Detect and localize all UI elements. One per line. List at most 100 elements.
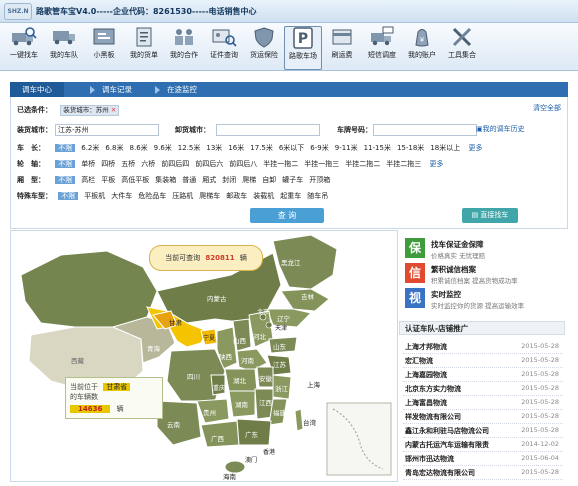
more-link[interactable]: 更多 bbox=[468, 144, 482, 152]
length-option[interactable]: 13米 bbox=[206, 144, 222, 152]
axle-option[interactable]: 半挂一拖二 bbox=[263, 160, 298, 168]
body-option[interactable]: 集装箱 bbox=[155, 176, 176, 184]
list-item[interactable]: 内蒙古托运汽车运输有限责 2014-12-02 bbox=[403, 437, 563, 452]
list-item[interactable]: 宏汇物流 2015-05-28 bbox=[403, 353, 563, 368]
chevron-right-icon bbox=[155, 86, 160, 94]
body-option[interactable]: 厢式 bbox=[202, 176, 216, 184]
special-option[interactable]: 危险品车 bbox=[138, 192, 166, 200]
special-option[interactable]: 邮政车 bbox=[226, 192, 247, 200]
fleet-name: 上海才邦物流 bbox=[405, 343, 447, 351]
search-button[interactable]: 查 询 bbox=[250, 208, 324, 223]
body-option[interactable]: 不限 bbox=[55, 176, 76, 184]
guarantee-badge-icon: 保 bbox=[405, 238, 425, 258]
dest-city-input[interactable] bbox=[216, 124, 320, 136]
axle-option[interactable]: 前四后八 bbox=[229, 160, 257, 168]
toolbar-label: 我的合作 bbox=[170, 51, 198, 59]
list-item[interactable]: 邯州市迅达物流 2015-06-04 bbox=[403, 451, 563, 466]
list-item[interactable]: 鑫江永和利驻马店物流公司 2015-05-28 bbox=[403, 423, 563, 438]
toolbar-button-my-account[interactable]: ¥ 我的账户 bbox=[404, 26, 440, 68]
length-option[interactable]: 6-9米 bbox=[310, 144, 328, 152]
body-option[interactable]: 平板 bbox=[101, 176, 115, 184]
toolbar-button-freight-fee[interactable]: 刷运费 bbox=[324, 26, 360, 68]
special-option[interactable]: 平板机 bbox=[84, 192, 105, 200]
list-item[interactable]: 北京东方实力物流 2015-05-28 bbox=[403, 381, 563, 396]
axle-option[interactable]: 六桥 bbox=[141, 160, 155, 168]
video-badge-icon: 视 bbox=[405, 288, 425, 308]
length-option[interactable]: 15-18米 bbox=[397, 144, 424, 152]
toolbar-button-sms-dispatch[interactable]: 短信调度 bbox=[364, 26, 400, 68]
dispatch-history-link[interactable]: ▣我的调车历史 bbox=[476, 124, 525, 134]
length-option[interactable]: 不限 bbox=[55, 144, 76, 152]
list-item[interactable]: 祥发物流有限公司 2015-05-28 bbox=[403, 409, 563, 424]
body-option[interactable]: 封闭 bbox=[222, 176, 236, 184]
fleet-date: 2014-12-02 bbox=[521, 440, 559, 448]
list-item[interactable]: 上海富昌物流 2015-05-28 bbox=[403, 395, 563, 410]
length-option[interactable]: 11-15米 bbox=[364, 144, 391, 152]
plate-number-input[interactable] bbox=[373, 124, 477, 136]
fleet-date: 2015-05-28 bbox=[521, 342, 559, 350]
axle-option[interactable]: 半挂二拖三 bbox=[386, 160, 421, 168]
axle-option[interactable]: 四桥 bbox=[101, 160, 115, 168]
special-option[interactable]: 起重车 bbox=[280, 192, 301, 200]
length-option[interactable]: 16米 bbox=[228, 144, 244, 152]
axle-option[interactable]: 不限 bbox=[55, 160, 76, 168]
body-option[interactable]: 自卸 bbox=[262, 176, 276, 184]
tab-transit-monitor[interactable]: 在途监控 bbox=[167, 82, 197, 97]
body-option[interactable]: 开顶箱 bbox=[309, 176, 330, 184]
body-option[interactable]: 普通 bbox=[182, 176, 196, 184]
fleet-name: 青岛宏达物流有限公司 bbox=[405, 469, 475, 477]
axle-option[interactable]: 五桥 bbox=[121, 160, 135, 168]
body-option[interactable]: 高低平板 bbox=[121, 176, 149, 184]
axle-option[interactable]: 前四后六 bbox=[195, 160, 223, 168]
tab-dispatch-record[interactable]: 调车记录 bbox=[102, 82, 132, 97]
length-option[interactable]: 9.6米 bbox=[154, 144, 172, 152]
axle-option[interactable]: 单桥 bbox=[81, 160, 95, 168]
clear-all-link[interactable]: 清空全部 bbox=[533, 103, 561, 113]
body-option[interactable]: 高栏 bbox=[81, 176, 95, 184]
selected-chip[interactable]: 装货城市：苏州 ✕ bbox=[60, 105, 120, 116]
list-item[interactable]: 上海才邦物流 2015-05-28 bbox=[403, 339, 563, 354]
special-option[interactable]: 装载机 bbox=[253, 192, 274, 200]
more-link[interactable]: 更多 bbox=[429, 160, 443, 168]
toolbar-button-tools[interactable]: 工具集合 bbox=[444, 26, 480, 68]
list-item[interactable]: 青岛宏达物流有限公司 2015-05-28 bbox=[403, 465, 563, 480]
feature-credit: 信 繁积诚信档案 积累诚信档案 提高货物成功率 bbox=[405, 263, 563, 285]
length-label: 车 长： bbox=[17, 144, 45, 152]
map-label: 北京 bbox=[257, 309, 270, 316]
length-option[interactable]: 9-11米 bbox=[335, 144, 358, 152]
toolbar-button-my-cooperation[interactable]: 我的合作 bbox=[166, 26, 202, 68]
length-option[interactable]: 18米以上 bbox=[430, 144, 460, 152]
length-option[interactable]: 12.5米 bbox=[178, 144, 201, 152]
toolbar-button-insurance[interactable]: 货运保险 bbox=[246, 26, 282, 68]
toolbar-button-find-truck[interactable]: 一键找车 bbox=[6, 26, 42, 68]
length-option[interactable]: 17.5米 bbox=[250, 144, 273, 152]
list-item[interactable]: 上海嘉园物流 2015-05-28 bbox=[403, 367, 563, 382]
dest-label-text: 卸货城市： bbox=[175, 126, 210, 134]
map-label: 安徽 bbox=[259, 375, 272, 383]
toolbar-button-my-fleet[interactable]: 我的车队 bbox=[46, 26, 82, 68]
origin-city-input[interactable]: 江苏-苏州 bbox=[55, 124, 159, 136]
special-option[interactable]: 压路机 bbox=[172, 192, 193, 200]
special-option[interactable]: 大件车 bbox=[111, 192, 132, 200]
toolbar-button-luge-yard[interactable]: P 路歌车场 bbox=[284, 26, 322, 70]
special-option[interactable]: 随车吊 bbox=[307, 192, 328, 200]
toolbar-button-blackboard[interactable]: 小黑板 bbox=[86, 26, 122, 68]
length-option[interactable]: 6.2米 bbox=[81, 144, 99, 152]
axle-option[interactable]: 半挂二拖二 bbox=[345, 160, 380, 168]
body-option[interactable]: 爬梯 bbox=[242, 176, 256, 184]
special-option[interactable]: 爬梯车 bbox=[199, 192, 220, 200]
map-label: 江苏 bbox=[273, 361, 286, 369]
length-option[interactable]: 6米以下 bbox=[279, 144, 304, 152]
close-icon[interactable]: ✕ bbox=[111, 106, 116, 114]
body-option[interactable]: 罐子车 bbox=[282, 176, 303, 184]
axle-option[interactable]: 前四后四 bbox=[161, 160, 189, 168]
toolbar-button-id-search[interactable]: 证件查询 bbox=[206, 26, 242, 68]
length-option[interactable]: 6.8米 bbox=[105, 144, 123, 152]
axle-option[interactable]: 半挂一拖三 bbox=[304, 160, 339, 168]
length-option[interactable]: 8.6米 bbox=[130, 144, 148, 152]
toolbar-button-my-cargo[interactable]: 我的货单 bbox=[126, 26, 162, 68]
direct-find-truck-button[interactable]: ▤ 直接找车 bbox=[462, 208, 518, 223]
tab-dispatch-center[interactable]: 调车中心 bbox=[10, 82, 64, 97]
special-option[interactable]: 不限 bbox=[58, 192, 79, 200]
id-card-search-icon bbox=[212, 29, 237, 47]
